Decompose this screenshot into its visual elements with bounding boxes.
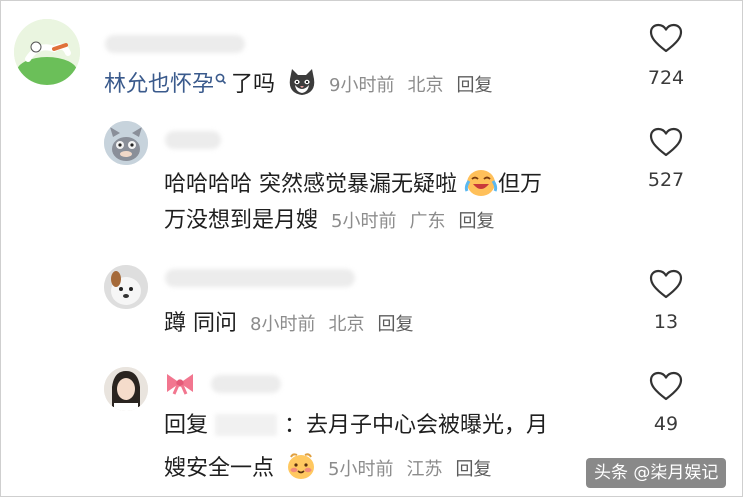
comment-text-line: 蹲 同问 — [164, 311, 237, 336]
reply-button[interactable]: 回复 — [455, 459, 491, 480]
comment-location: 广东 — [409, 211, 446, 232]
comment-text-line: 万没想到是月嫂 — [164, 208, 319, 233]
reply-button[interactable]: 回复 — [458, 211, 494, 232]
username-hidden — [105, 35, 245, 53]
heart-outline-icon — [649, 269, 683, 299]
like-count: 527 — [647, 169, 685, 191]
crying-laughing-face-icon — [464, 167, 498, 206]
heart-outline-icon — [649, 371, 683, 401]
comment-text: 林允也怀孕 了吗 9小时前 北京 回复 — [104, 64, 492, 106]
search-icon[interactable] — [215, 64, 227, 94]
avatar[interactable] — [104, 121, 148, 165]
comment-location: 北京 — [407, 75, 444, 96]
comment-time: 5小时前 — [331, 211, 397, 232]
comment-time: 9小时前 — [329, 75, 395, 96]
cat-face-icon — [286, 67, 318, 106]
mentioned-username-hidden[interactable] — [215, 414, 278, 436]
watermark: 头条 @柒月娱记 — [586, 458, 727, 488]
comment-time: 8小时前 — [250, 314, 316, 335]
reply-button[interactable]: 回复 — [377, 314, 413, 335]
heart-outline-icon — [649, 23, 683, 53]
username-hidden — [165, 269, 355, 287]
mention-link[interactable]: 林允也怀孕 — [104, 72, 214, 97]
like-count: 49 — [653, 413, 679, 435]
reply-button[interactable]: 回复 — [456, 75, 492, 96]
comment-text-tail: 但万 — [498, 172, 543, 197]
comment-text: 蹲 同问 8小时前 北京 回复 — [164, 309, 413, 340]
like-count: 724 — [647, 67, 685, 89]
comment-text: 万没想到是月嫂 5小时前 广东 回复 — [164, 206, 494, 237]
username-hidden — [211, 375, 281, 393]
comment-location: 北京 — [328, 314, 365, 335]
comment-text-line: 嫂安全一点 — [164, 456, 275, 481]
like-button[interactable]: 13 — [636, 269, 696, 333]
comment-time: 5小时前 — [328, 459, 394, 480]
pink-bow-icon — [164, 371, 196, 399]
comment-text: 回复 ：去月子中心会被曝光，月 — [164, 411, 548, 441]
like-button[interactable]: 724 — [636, 23, 696, 89]
avatar[interactable] — [14, 19, 80, 85]
comment-text-line: 哈哈哈哈 突然感觉暴漏无疑啦 — [164, 172, 457, 197]
like-button[interactable]: 49 — [636, 371, 696, 435]
username-hidden — [165, 131, 221, 149]
avatar[interactable] — [104, 367, 148, 411]
like-count: 13 — [653, 311, 679, 333]
comment-location: 江苏 — [406, 459, 443, 480]
comment-text: 嫂安全一点 5小时前 江苏 回复 — [164, 451, 491, 490]
comment-text-tail: 了吗 — [231, 72, 276, 97]
reply-prefix: 回复 — [164, 413, 209, 438]
comment-text-line: ：去月子中心会被曝光，月 — [284, 413, 549, 438]
heart-outline-icon — [649, 127, 683, 157]
comment-list: 林允也怀孕 了吗 9小时前 北京 回复 724 哈哈哈哈 突然感觉暴漏无疑啦 但… — [0, 0, 743, 497]
like-button[interactable]: 527 — [636, 127, 696, 191]
shy-face-icon — [285, 451, 317, 490]
comment-text: 哈哈哈哈 突然感觉暴漏无疑啦 但万 — [164, 167, 542, 206]
avatar[interactable] — [104, 265, 148, 309]
